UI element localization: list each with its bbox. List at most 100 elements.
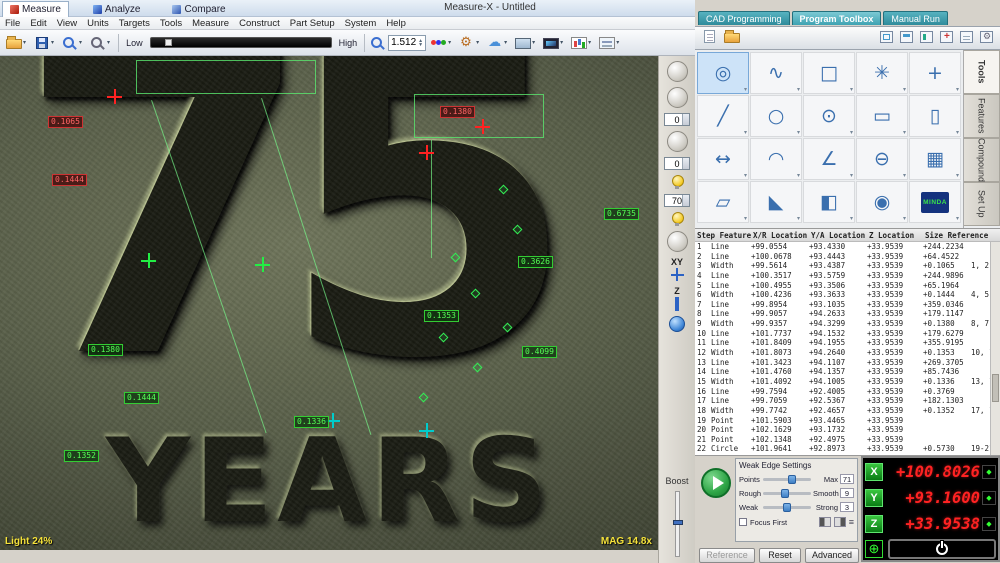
table-row[interactable]: 6Width+100.4236+93.3633+33.9539+0.14444,…: [695, 290, 990, 300]
table-row[interactable]: 5Line+100.4955+93.3506+33.9539+65.1964: [695, 281, 990, 291]
reset-button[interactable]: Reset: [759, 548, 801, 563]
edge-polarity-dark-to-light-icon[interactable]: [819, 517, 831, 527]
menu-tools[interactable]: Tools: [155, 18, 187, 29]
tool-dropdown-icon[interactable]: ▾: [797, 172, 800, 179]
tool-slot[interactable]: ▭▾: [856, 95, 908, 137]
layout-window-button[interactable]: [878, 28, 895, 48]
panel-tab-program-toolbox[interactable]: Program Toolbox: [792, 11, 882, 25]
tool-weak-edge-trace[interactable]: ∿▾: [750, 52, 802, 94]
tool-dropdown-icon[interactable]: ▾: [850, 86, 853, 93]
x-axis-goto-button[interactable]: ◆: [982, 465, 996, 479]
ribbon-tab-analyze[interactable]: Analyze: [85, 1, 149, 17]
tool-point[interactable]: ⊙▾: [803, 95, 855, 137]
tool-dropdown-icon[interactable]: ▾: [903, 215, 906, 222]
zoom-step-spinner[interactable]: 0: [664, 113, 690, 126]
table-row[interactable]: 2Line+100.0678+93.4443+33.9539+64.4522: [695, 252, 990, 262]
tool-dropdown-icon[interactable]: ▾: [850, 129, 853, 136]
camera-stage-view[interactable]: 75 YEARS 0.10650.14440.13800.67350.36260…: [0, 56, 658, 550]
xy-axis-control[interactable]: XY: [671, 257, 684, 281]
table-row[interactable]: 21Point+102.1348+92.4975+33.9539: [695, 435, 990, 445]
weak-slider-thumb[interactable]: [783, 503, 791, 512]
chart-view-button[interactable]: ▾: [568, 34, 594, 51]
zoom-select-button[interactable]: ▾: [87, 34, 113, 52]
tool-prism[interactable]: ◧▾: [803, 181, 855, 223]
edge-polarity-light-to-dark-icon[interactable]: [834, 517, 846, 527]
tool-cylinder[interactable]: ▯▾: [909, 95, 961, 137]
toolbox-tab-set-up[interactable]: Set Up: [964, 182, 1000, 226]
focus-first-checkbox[interactable]: [739, 518, 747, 526]
results-table-scrollbar[interactable]: [990, 242, 1000, 455]
menu-file[interactable]: File: [0, 18, 25, 29]
rough-slider[interactable]: [763, 492, 811, 495]
z-axis-goto-button[interactable]: ◆: [982, 517, 996, 531]
stage-joystick-button[interactable]: [667, 231, 688, 252]
spin-arrows-icon[interactable]: [682, 195, 689, 206]
run-play-button[interactable]: [701, 468, 731, 498]
video-view-button[interactable]: ▾: [540, 34, 566, 51]
tool-probe[interactable]: ⊖▾: [856, 138, 908, 180]
table-row[interactable]: 9Width+99.9357+94.3299+33.9539+0.13808, …: [695, 319, 990, 329]
machine-power-button[interactable]: [888, 539, 996, 559]
table-row[interactable]: 18Width+99.7742+92.4657+33.9539+0.135217…: [695, 406, 990, 416]
light-level-thumb[interactable]: [165, 39, 172, 46]
reference-button[interactable]: Reference: [699, 548, 755, 563]
menu-targets[interactable]: Targets: [114, 18, 155, 29]
menu-view[interactable]: View: [52, 18, 82, 29]
tool-dropdown-icon[interactable]: ▾: [744, 172, 747, 179]
open-button[interactable]: ▾: [3, 34, 29, 51]
open-program-button[interactable]: [722, 28, 742, 48]
tool-rectangle-roi[interactable]: □▾: [803, 52, 855, 94]
panel-tab-manual-run[interactable]: Manual Run: [883, 11, 948, 25]
tool-sphere[interactable]: ◉▾: [856, 181, 908, 223]
tool-arc[interactable]: ◠▾: [750, 138, 802, 180]
new-program-button[interactable]: [700, 28, 719, 48]
tool-dropdown-icon[interactable]: ▾: [956, 215, 959, 222]
tool-dropdown-icon[interactable]: ▾: [797, 86, 800, 93]
focus-button[interactable]: [667, 131, 688, 152]
layout-sidebar-button[interactable]: [918, 28, 935, 48]
tool-focus-target[interactable]: ◎▾: [697, 52, 749, 94]
tool-line[interactable]: ╱▾: [697, 95, 749, 137]
table-row[interactable]: 1Line+99.0554+93.4330+33.9539+244.2234: [695, 242, 990, 252]
edge-filter-icon[interactable]: ≡: [849, 517, 854, 527]
table-row[interactable]: 13Line+101.3423+94.1107+33.9539+269.3705: [695, 358, 990, 368]
layout-header-button[interactable]: [898, 28, 915, 48]
tool-dropdown-icon[interactable]: ▾: [744, 129, 747, 136]
table-row[interactable]: 12Width+101.8073+94.2640+33.9539+0.13531…: [695, 348, 990, 358]
tool-cone[interactable]: ◣▾: [750, 181, 802, 223]
trackball-control-icon[interactable]: [669, 316, 685, 332]
boost-slider[interactable]: [675, 491, 680, 557]
magnification-spin-arrows[interactable]: ▲▼: [418, 39, 423, 47]
table-row[interactable]: 7Line+99.8954+93.1035+33.9539+359.0346: [695, 300, 990, 310]
table-row[interactable]: 3Width+99.5614+93.4387+33.9539+0.10651, …: [695, 261, 990, 271]
tool-dropdown-icon[interactable]: ▾: [903, 86, 906, 93]
table-row[interactable]: 22Circle+101.9641+92.8973+33.9539+0.5730…: [695, 444, 990, 454]
table-row[interactable]: 19Point+101.5903+93.4465+33.9539: [695, 416, 990, 426]
table-row[interactable]: 4Line+100.3517+93.5759+33.9539+244.9896: [695, 271, 990, 281]
tool-dropdown-icon[interactable]: ▾: [956, 129, 959, 136]
color-button[interactable]: ▾: [428, 34, 454, 52]
jog-up-button[interactable]: [667, 61, 688, 82]
table-row[interactable]: 16Line+99.7594+92.4005+33.9539+0.3769: [695, 387, 990, 397]
screen-view-button[interactable]: ▾: [512, 34, 538, 51]
zoom-mode-button[interactable]: ▾: [59, 34, 85, 52]
tool-dropdown-icon[interactable]: ▾: [797, 129, 800, 136]
tool-circle[interactable]: ○▾: [750, 95, 802, 137]
points-slider-thumb[interactable]: [788, 475, 796, 484]
advanced-button[interactable]: Advanced: [805, 548, 859, 563]
z-axis-control[interactable]: Z: [674, 286, 680, 311]
rough-slider-thumb[interactable]: [781, 489, 789, 498]
jog-down-button[interactable]: [667, 87, 688, 108]
table-row[interactable]: 14Line+101.4760+94.1357+33.9539+85.7436: [695, 367, 990, 377]
menu-help[interactable]: Help: [381, 18, 411, 29]
points-slider[interactable]: [763, 478, 811, 481]
ring-light-button[interactable]: [671, 212, 683, 226]
overlay-view-button[interactable]: ▾: [596, 34, 622, 51]
goto-target-button[interactable]: ⊕: [865, 540, 883, 558]
tool-angle[interactable]: ∠▾: [803, 138, 855, 180]
table-row[interactable]: 8Line+99.9057+94.2633+33.9539+179.1147: [695, 309, 990, 319]
weak-slider[interactable]: [763, 506, 811, 509]
tool-dropdown-icon[interactable]: ▾: [903, 172, 906, 179]
tool-dropdown-icon[interactable]: ▾: [744, 86, 747, 93]
menu-system[interactable]: System: [340, 18, 382, 29]
